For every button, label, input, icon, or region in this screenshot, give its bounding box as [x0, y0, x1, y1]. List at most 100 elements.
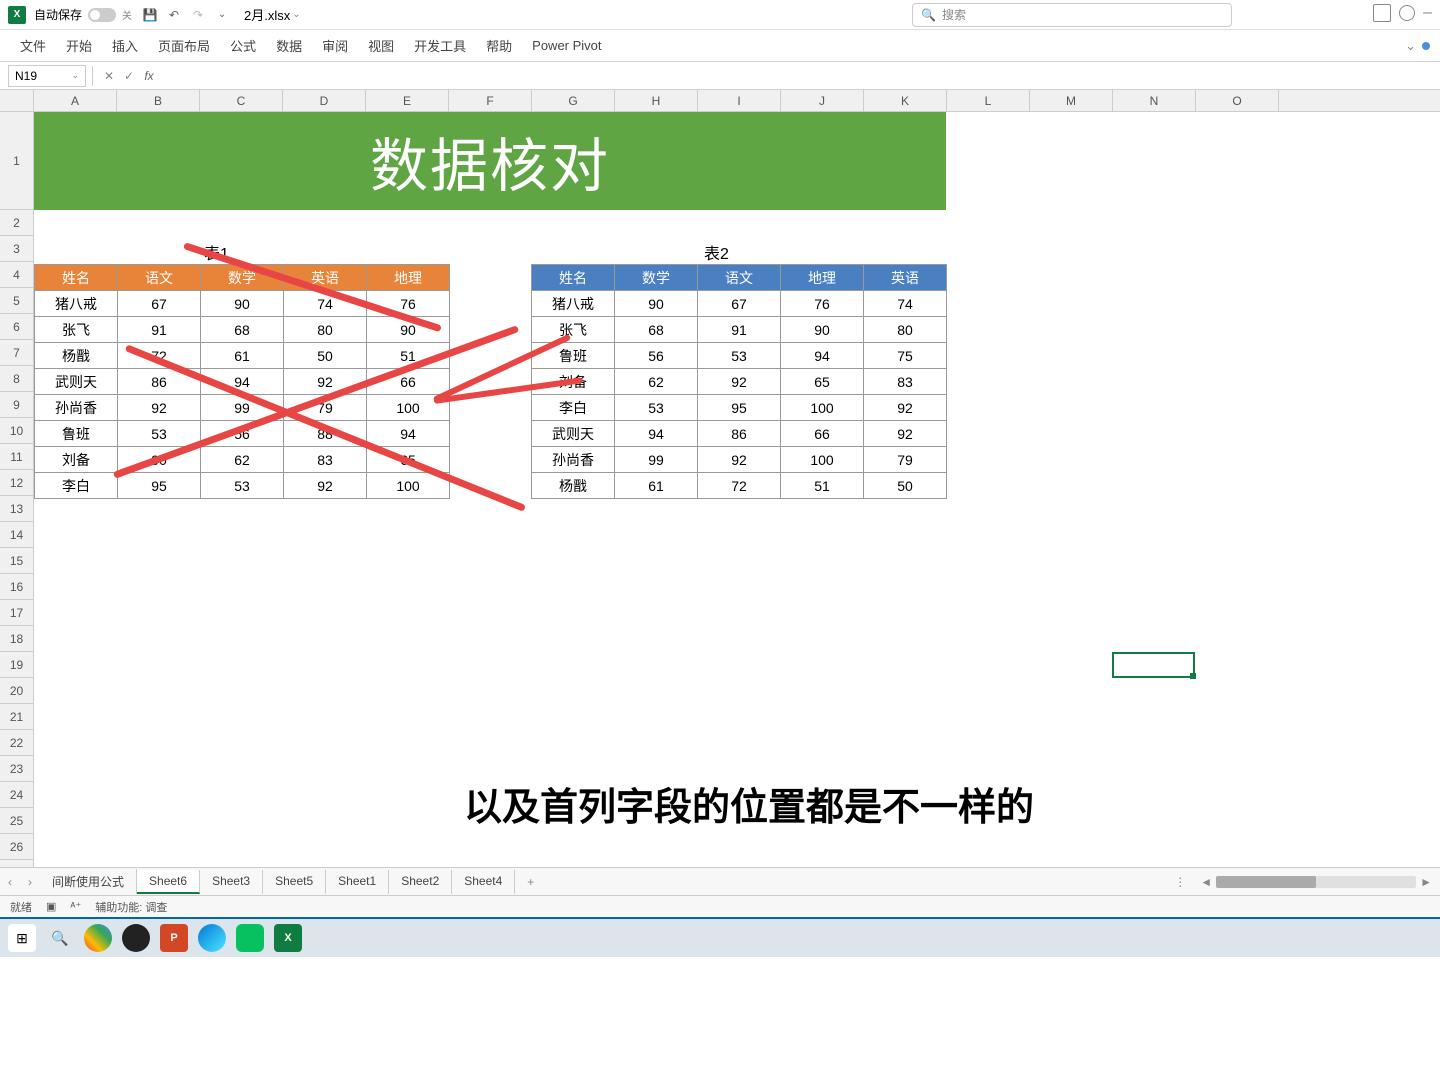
row-header[interactable]: 14: [0, 522, 33, 548]
table-row[interactable]: 杨戬72615051: [35, 343, 450, 369]
filename-dropdown-icon[interactable]: ⌄: [292, 9, 300, 20]
table-cell[interactable]: 90: [781, 317, 864, 343]
column-header[interactable]: H: [615, 90, 698, 111]
table-cell[interactable]: 100: [781, 395, 864, 421]
row-header[interactable]: 21: [0, 704, 33, 730]
table-cell[interactable]: 74: [864, 291, 947, 317]
merged-title-cell[interactable]: 数据核对: [34, 112, 946, 210]
sheet-options-icon[interactable]: ⋮: [1174, 875, 1186, 889]
table-cell[interactable]: 50: [864, 473, 947, 499]
column-header[interactable]: G: [532, 90, 615, 111]
table-row[interactable]: 猪八戒90677674: [532, 291, 947, 317]
row-header[interactable]: 16: [0, 574, 33, 600]
table-cell[interactable]: 武则天: [35, 369, 118, 395]
ribbon-options-icon[interactable]: ⌄: [1405, 38, 1416, 54]
table-row[interactable]: 李白539510092: [532, 395, 947, 421]
table-cell[interactable]: 李白: [532, 395, 615, 421]
add-sheet-icon[interactable]: +: [515, 875, 546, 889]
filename[interactable]: 2月.xlsx: [244, 5, 290, 24]
row-header[interactable]: 20: [0, 678, 33, 704]
formula-input[interactable]: [159, 65, 1440, 87]
table-row[interactable]: 张飞68919080: [532, 317, 947, 343]
table-cell[interactable]: 92: [118, 395, 201, 421]
table-cell[interactable]: 66: [781, 421, 864, 447]
row-header[interactable]: 6: [0, 314, 33, 340]
start-icon[interactable]: ⊞: [8, 924, 36, 952]
table-cell[interactable]: 51: [781, 473, 864, 499]
column-header[interactable]: J: [781, 90, 864, 111]
confirm-icon[interactable]: ✓: [119, 69, 139, 83]
row-header[interactable]: 4: [0, 262, 33, 288]
sheet-nav-prev-icon[interactable]: ‹: [0, 875, 20, 889]
column-header[interactable]: D: [283, 90, 366, 111]
macro-record-icon[interactable]: ▣: [46, 900, 56, 913]
taskbar-search-icon[interactable]: 🔍: [46, 924, 74, 952]
table-row[interactable]: 李白955392100: [35, 473, 450, 499]
column-header[interactable]: M: [1030, 90, 1113, 111]
table-cell[interactable]: 53: [698, 343, 781, 369]
table-cell[interactable]: 孙尚香: [532, 447, 615, 473]
chrome-icon[interactable]: [84, 924, 112, 952]
table-cell[interactable]: 75: [864, 343, 947, 369]
row-header[interactable]: 12: [0, 470, 33, 496]
table-cell[interactable]: 94: [615, 421, 698, 447]
tab-insert[interactable]: 插入: [102, 30, 148, 61]
tab-formulas[interactable]: 公式: [220, 30, 266, 61]
table2[interactable]: 姓名数学语文地理英语猪八戒90677674张飞68919080鲁班5653947…: [531, 264, 947, 499]
table-header-cell[interactable]: 地理: [367, 265, 450, 291]
row-header[interactable]: 26: [0, 834, 33, 860]
row-header[interactable]: 23: [0, 756, 33, 782]
redo-icon[interactable]: ↷: [186, 3, 210, 27]
sheet-tab[interactable]: Sheet4: [452, 870, 515, 894]
share-icon[interactable]: [1422, 42, 1430, 50]
row-header[interactable]: 3: [0, 236, 33, 262]
table-cell[interactable]: 61: [201, 343, 284, 369]
edge-icon[interactable]: [198, 924, 226, 952]
column-header[interactable]: O: [1196, 90, 1279, 111]
table-cell[interactable]: 76: [781, 291, 864, 317]
table-header-cell[interactable]: 英语: [864, 265, 947, 291]
tab-view[interactable]: 视图: [358, 30, 404, 61]
table-cell[interactable]: 刘备: [35, 447, 118, 473]
sheet-tab[interactable]: Sheet5: [263, 870, 326, 894]
table-cell[interactable]: 100: [781, 447, 864, 473]
table-header-cell[interactable]: 数学: [615, 265, 698, 291]
table-cell[interactable]: 94: [367, 421, 450, 447]
table-cell[interactable]: 53: [201, 473, 284, 499]
autosave-toggle[interactable]: [88, 8, 116, 22]
table-row[interactable]: 刘备62926583: [532, 369, 947, 395]
hscroll-right-icon[interactable]: ►: [1420, 875, 1432, 889]
column-header[interactable]: F: [449, 90, 532, 111]
sheet-tab[interactable]: Sheet3: [200, 870, 263, 894]
window-help-icon[interactable]: [1399, 5, 1415, 21]
table-cell[interactable]: 90: [201, 291, 284, 317]
column-header[interactable]: B: [117, 90, 200, 111]
table-cell[interactable]: 92: [864, 421, 947, 447]
row-header[interactable]: 2: [0, 210, 33, 236]
row-header[interactable]: 11: [0, 444, 33, 470]
row-header[interactable]: 15: [0, 548, 33, 574]
wechat-icon[interactable]: [236, 924, 264, 952]
table-cell[interactable]: 68: [201, 317, 284, 343]
tab-powerpivot[interactable]: Power Pivot: [522, 32, 611, 59]
table-row[interactable]: 杨戬61725150: [532, 473, 947, 499]
window-restore-icon[interactable]: [1373, 4, 1391, 22]
sheet-tab-extra[interactable]: 间断使用公式: [40, 869, 137, 894]
row-header[interactable]: 19: [0, 652, 33, 678]
obs-icon[interactable]: [122, 924, 150, 952]
column-header[interactable]: C: [200, 90, 283, 111]
name-box[interactable]: N19 ⌄: [8, 65, 86, 87]
row-header[interactable]: 10: [0, 418, 33, 444]
table-cell[interactable]: 80: [284, 317, 367, 343]
row-header[interactable]: 1: [0, 112, 33, 210]
table-cell[interactable]: 92: [284, 473, 367, 499]
row-header[interactable]: 7: [0, 340, 33, 366]
powerpoint-icon[interactable]: P: [160, 924, 188, 952]
table-cell[interactable]: 92: [864, 395, 947, 421]
column-header[interactable]: L: [947, 90, 1030, 111]
sheet-nav-next-icon[interactable]: ›: [20, 875, 40, 889]
undo-icon[interactable]: ↶: [162, 3, 186, 27]
table-cell[interactable]: 武则天: [532, 421, 615, 447]
table-cell[interactable]: 91: [698, 317, 781, 343]
table-cell[interactable]: 62: [201, 447, 284, 473]
